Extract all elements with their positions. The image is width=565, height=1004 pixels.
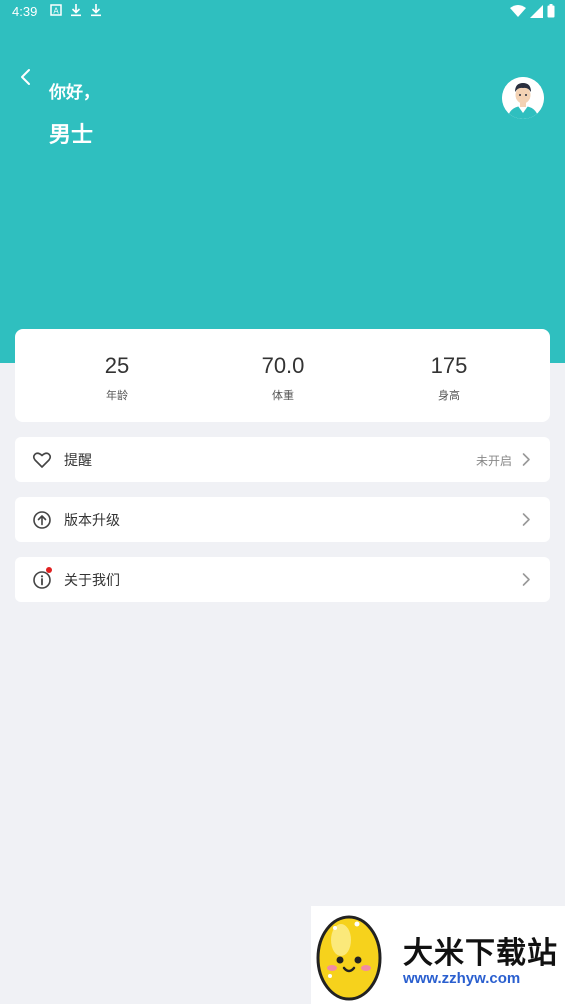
battery-icon [547,4,555,22]
username: 男士 [49,123,94,148]
watermark: 大米下载站 www.zzhyw.com [311,906,565,1004]
reminder-status: 未开启 [475,454,512,468]
stat-height-value: 175 [430,353,468,378]
chevron-right-icon [521,572,531,587]
stat-weight-value: 70.0 [261,353,305,378]
svg-text:A: A [53,7,59,16]
a-icon: A [50,3,62,17]
stat-weight-label: 体重 [272,389,294,402]
greeting-text: 你好， [49,83,100,103]
chevron-left-icon [21,69,30,85]
male-avatar-icon [502,77,544,119]
watermark-url: www.zzhyw.com [403,970,521,987]
status-bar: 4:39 A [0,0,565,24]
stats-card: 25 年龄 70.0 体重 175 身高 [15,329,550,422]
info-icon [32,570,52,590]
download-icon [90,3,102,17]
header-background [0,0,565,363]
egg-mascot-logo [313,908,385,1002]
menu-item-label: 关于我们 [64,573,120,589]
stat-age-label: 年龄 [106,389,128,402]
back-button[interactable] [16,66,38,88]
stat-height: 175 身高 [364,329,534,403]
menu-item-label: 提醒 [64,453,92,469]
upgrade-arrow-icon [32,510,52,530]
chevron-right-icon [521,452,531,467]
wifi-icon [510,4,526,22]
menu-item-about-us[interactable]: 关于我们 [15,557,550,602]
notification-dot [46,567,52,573]
heart-icon [32,450,52,470]
status-time: 4:39 [12,4,38,19]
download-icon [70,3,82,17]
stat-height-label: 身高 [438,389,460,402]
watermark-title: 大米下载站 [403,936,558,971]
menu-item-label: 版本升级 [64,513,120,529]
chevron-right-icon [521,512,531,527]
stat-age: 25 年龄 [32,329,202,403]
signal-icon [530,4,543,22]
avatar[interactable] [502,77,544,119]
menu-item-reminder[interactable]: 提醒 未开启 [15,437,550,482]
stat-age-value: 25 [104,353,130,378]
menu-item-version-upgrade[interactable]: 版本升级 [15,497,550,542]
stat-weight: 70.0 体重 [198,329,368,403]
